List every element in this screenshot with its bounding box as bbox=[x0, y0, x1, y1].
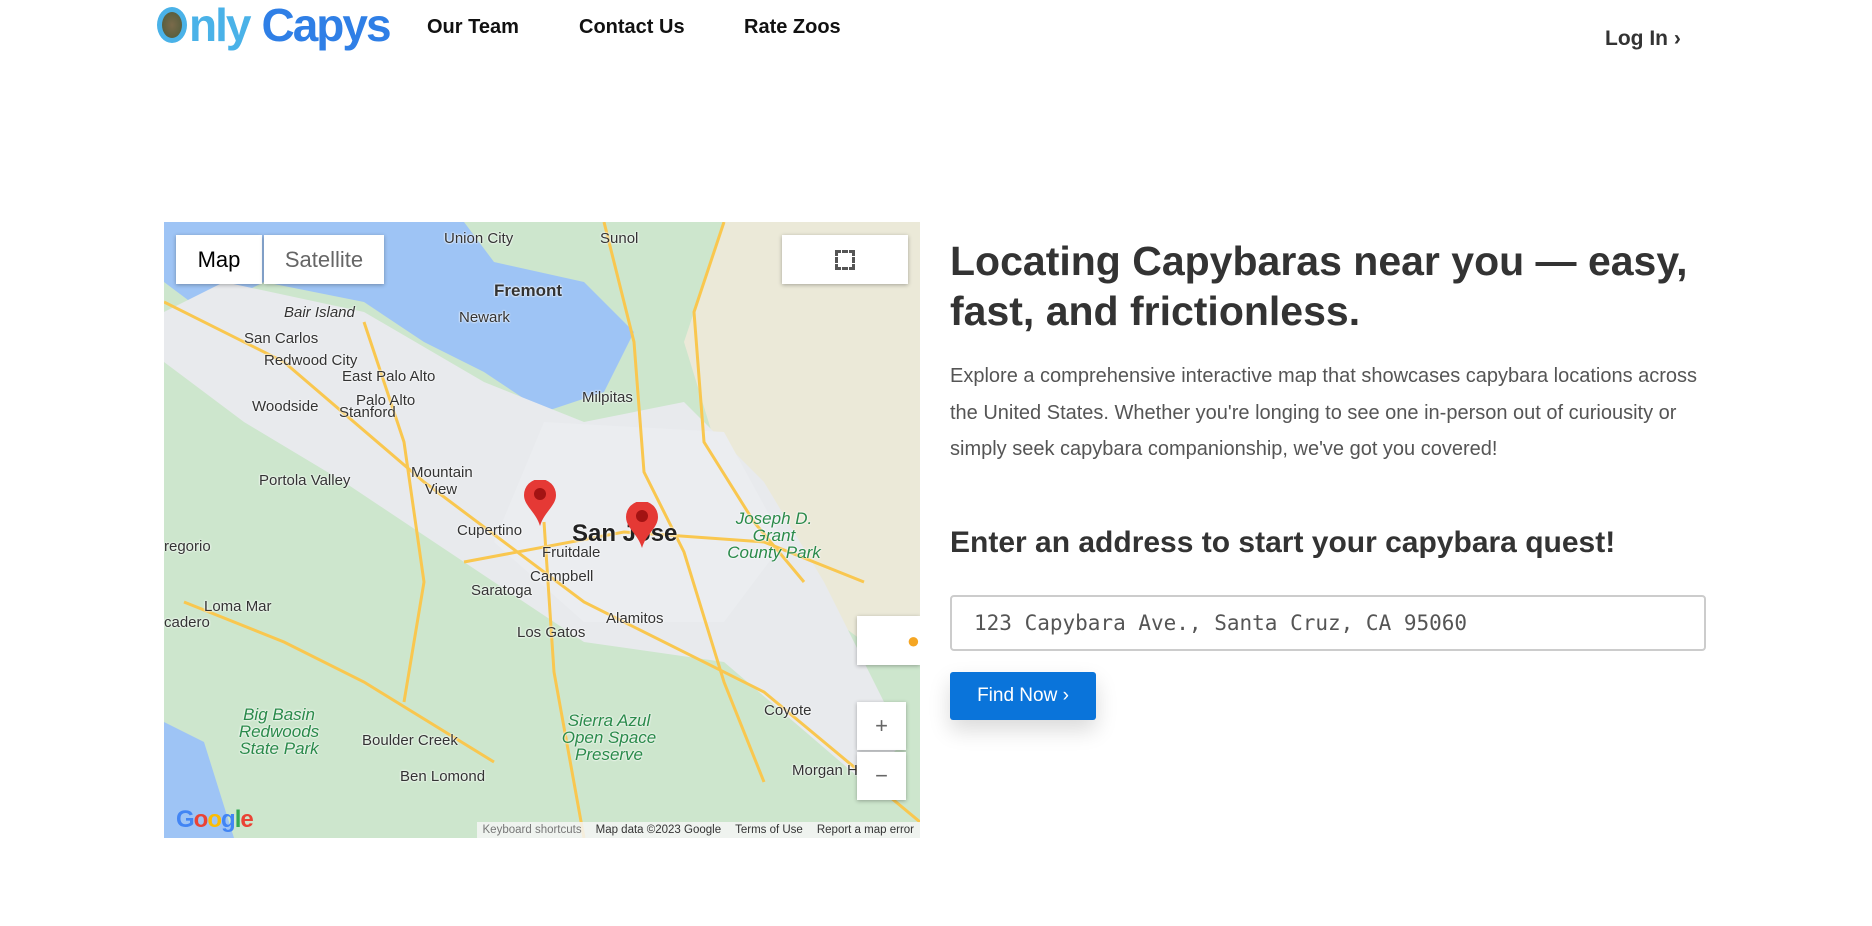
map-label: Mountain View bbox=[411, 464, 473, 498]
map-type-map-button[interactable]: Map bbox=[176, 235, 262, 284]
map-label: Redwood City bbox=[264, 352, 358, 369]
address-input[interactable]: 123 Capybara Ave., Santa Cruz, CA 95060 bbox=[950, 595, 1706, 651]
logo-text-2: Capys bbox=[261, 0, 391, 51]
map-label: Los Gatos bbox=[517, 624, 586, 641]
keyboard-shortcuts-link[interactable]: Keyboard shortcuts bbox=[483, 824, 582, 836]
map-label: Stanford bbox=[339, 404, 396, 421]
map-attribution: Keyboard shortcuts Map data ©2023 Google… bbox=[476, 822, 920, 838]
fullscreen-icon bbox=[835, 249, 855, 270]
map-label: Loma Mar bbox=[204, 598, 272, 615]
map-label: cadero bbox=[164, 614, 210, 631]
zoom-in-button[interactable]: + bbox=[857, 702, 906, 750]
map-type-satellite-button[interactable]: Satellite bbox=[264, 235, 384, 284]
map-label: San Carlos bbox=[244, 330, 319, 347]
map[interactable]: Union City Sunol Fremont Newark San Carl… bbox=[164, 222, 920, 838]
map-label: Newark bbox=[459, 309, 510, 326]
map-label: Alamitos bbox=[606, 610, 664, 627]
capybara-logo-icon bbox=[157, 7, 187, 43]
park-label: Joseph D. Grant County Park bbox=[727, 509, 821, 562]
map-label: Campbell bbox=[530, 568, 594, 585]
logo[interactable]: nly Capys bbox=[157, 0, 392, 51]
login-link[interactable]: Log In › bbox=[1605, 27, 1681, 51]
logo-text: nly bbox=[189, 0, 251, 51]
map-label: Saratoga bbox=[471, 582, 532, 599]
pegman-icon: ● bbox=[906, 627, 920, 653]
map-data-text: Map data ©2023 Google bbox=[595, 824, 722, 836]
map-label: Cupertino bbox=[457, 522, 523, 539]
map-label: Fremont bbox=[494, 281, 562, 300]
map-marker[interactable] bbox=[524, 480, 556, 526]
terms-link[interactable]: Terms of Use bbox=[735, 824, 803, 836]
park-label: Big Basin Redwoods State Park bbox=[238, 705, 320, 758]
map-label: Boulder Creek bbox=[362, 732, 458, 749]
hero-title: Locating Capybaras near you — easy, fast… bbox=[950, 238, 1688, 334]
zoom-out-button[interactable]: − bbox=[857, 752, 906, 800]
map-label: Coyote bbox=[764, 702, 812, 719]
map-label: Fruitdale bbox=[542, 544, 601, 561]
hero-description: Explore a comprehensive interactive map … bbox=[950, 365, 1698, 460]
map-label: Bair Island bbox=[284, 304, 355, 321]
google-logo: Google bbox=[176, 806, 254, 833]
map-label: Ben Lomond bbox=[400, 768, 486, 785]
map-label: regorio bbox=[164, 538, 211, 555]
map-label: Milpitas bbox=[582, 389, 633, 406]
nav-contact-us[interactable]: Contact Us bbox=[579, 16, 685, 39]
pegman-button[interactable]: ● bbox=[857, 616, 920, 665]
map-label: Union City bbox=[444, 230, 514, 247]
map-label: East Palo Alto bbox=[342, 368, 436, 385]
map-marker[interactable] bbox=[626, 502, 658, 548]
nav-our-team[interactable]: Our Team bbox=[427, 16, 519, 39]
map-label: Woodside bbox=[252, 398, 319, 415]
map-label: Portola Valley bbox=[259, 472, 351, 489]
find-now-button[interactable]: Find Now › bbox=[950, 672, 1096, 720]
address-prompt: Enter an address to start your capybara … bbox=[950, 526, 1616, 559]
fullscreen-button[interactable] bbox=[782, 235, 908, 284]
park-label: Sierra Azul Open Space Preserve bbox=[561, 711, 657, 764]
nav-rate-zoos[interactable]: Rate Zoos bbox=[744, 16, 841, 39]
report-error-link[interactable]: Report a map error bbox=[817, 824, 914, 836]
map-label: Sunol bbox=[600, 230, 639, 247]
